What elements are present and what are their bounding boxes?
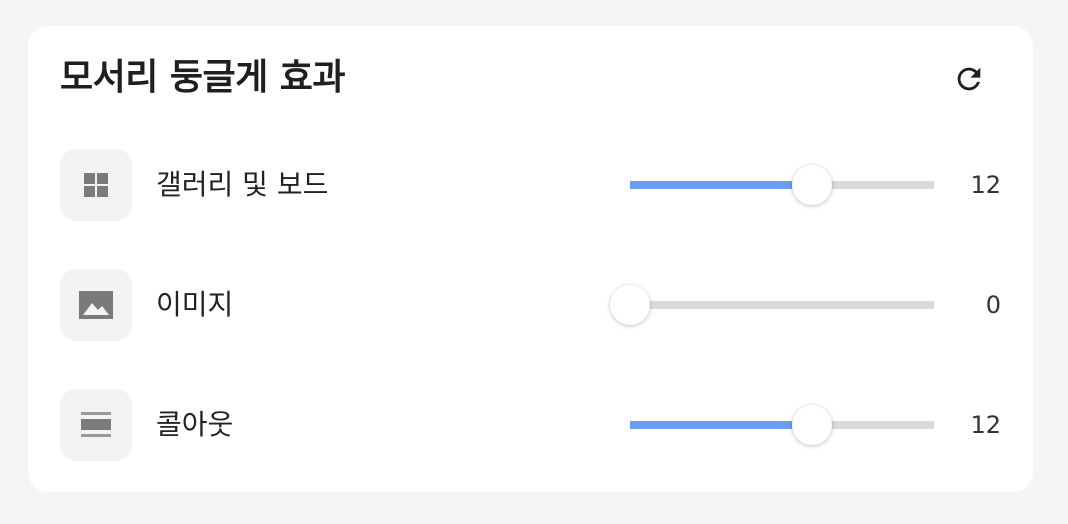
gallery-grid-icon [84, 173, 108, 197]
slider-fill [630, 181, 813, 189]
rounded-corners-panel: 모서리 둥글게 효과 갤러리 및 보드 12 이미지 0 콜아웃 12 [28, 26, 1033, 492]
reset-button[interactable] [946, 56, 992, 102]
setting-row-gallery: 갤러리 및 보드 12 [28, 149, 1033, 221]
row-label: 콜아웃 [156, 408, 234, 441]
setting-row-image: 이미지 0 [28, 269, 1033, 341]
setting-row-callout: 콜아웃 12 [28, 389, 1033, 461]
row-value: 0 [985, 291, 1001, 319]
row-label: 갤러리 및 보드 [156, 168, 329, 201]
image-icon [79, 291, 113, 319]
row-value: 12 [970, 171, 1001, 199]
row-icon-container [60, 389, 132, 461]
row-value: 12 [970, 411, 1001, 439]
panel-title: 모서리 둥글게 효과 [60, 57, 346, 98]
gallery-radius-slider[interactable] [630, 165, 934, 205]
row-label: 이미지 [156, 288, 234, 321]
row-icon-container [60, 269, 132, 341]
slider-fill [630, 421, 813, 429]
layout-collage-icon [81, 412, 111, 437]
refresh-icon [957, 67, 981, 91]
slider-thumb[interactable] [610, 285, 650, 325]
image-radius-slider[interactable] [610, 285, 934, 325]
slider-thumb[interactable] [792, 165, 833, 205]
callout-radius-slider[interactable] [630, 405, 934, 445]
slider-thumb[interactable] [792, 405, 833, 445]
row-icon-container [60, 149, 132, 221]
slider-track [630, 301, 934, 309]
